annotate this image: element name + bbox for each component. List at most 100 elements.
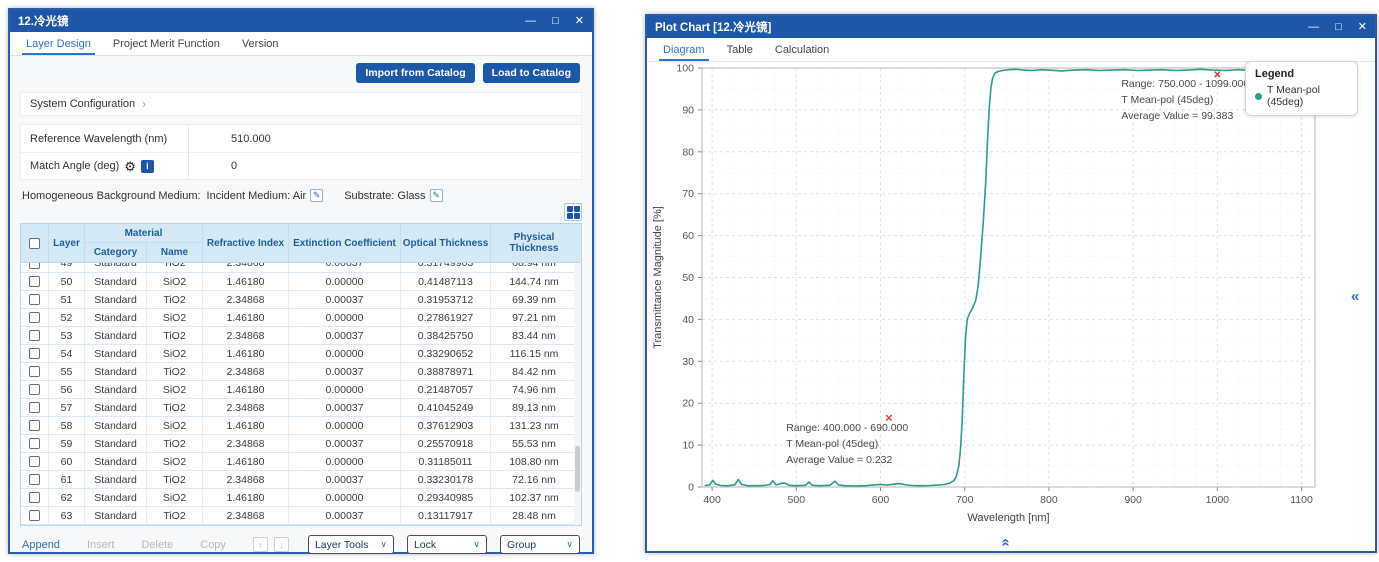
group-dropdown[interactable]: Group ∨ bbox=[500, 535, 580, 554]
layer-tools-dropdown[interactable]: Layer Tools ∨ bbox=[308, 535, 394, 554]
tab-version[interactable]: Version bbox=[234, 32, 287, 55]
legend-item[interactable]: T Mean-pol (45deg) bbox=[1255, 84, 1348, 108]
row-checkbox[interactable] bbox=[21, 453, 49, 471]
close-icon[interactable]: ✕ bbox=[1358, 22, 1367, 33]
table-row[interactable]: 49StandardTiO22.348680.000370.3174996368… bbox=[21, 263, 581, 273]
table-row[interactable]: 54StandardSiO21.461800.000000.3329065211… bbox=[21, 345, 581, 363]
copy-button[interactable]: Copy bbox=[200, 539, 226, 551]
transmittance-chart[interactable]: 4005006007008009001000110001020304050607… bbox=[647, 62, 1375, 532]
cell-layer: 61 bbox=[49, 471, 85, 489]
svg-text:80: 80 bbox=[682, 146, 694, 158]
row-checkbox[interactable] bbox=[21, 363, 49, 381]
row-checkbox[interactable] bbox=[21, 273, 49, 291]
cell-extinction-coefficient: 0.00037 bbox=[289, 291, 401, 309]
row-checkbox[interactable] bbox=[21, 381, 49, 399]
cell-optical-thickness: 0.31749963 bbox=[401, 263, 491, 272]
match-angle-value[interactable]: 0 bbox=[189, 160, 237, 172]
table-row[interactable]: 50StandardSiO21.461800.000000.4148711314… bbox=[21, 273, 581, 291]
cell-optical-thickness: 0.33290652 bbox=[401, 345, 491, 363]
table-row[interactable]: 56StandardSiO21.461800.000000.2148705774… bbox=[21, 381, 581, 399]
legend-series-label: T Mean-pol (45deg) bbox=[1267, 84, 1348, 108]
table-settings-grid-icon[interactable] bbox=[564, 203, 582, 221]
table-scrollbar[interactable] bbox=[574, 263, 581, 525]
row-checkbox[interactable] bbox=[21, 435, 49, 453]
cell-refractive-index: 1.46180 bbox=[203, 453, 289, 471]
svg-text:Transmittance Magnitude [%]: Transmittance Magnitude [%] bbox=[652, 206, 664, 349]
svg-text:30: 30 bbox=[682, 356, 694, 368]
cell-optical-thickness: 0.38425750 bbox=[401, 327, 491, 345]
collapse-left-icon[interactable]: « bbox=[1351, 288, 1359, 305]
table-row[interactable]: 51StandardTiO22.348680.000370.3195371269… bbox=[21, 291, 581, 309]
cell-name: TiO2 bbox=[147, 471, 203, 489]
tab-layer-design[interactable]: Layer Design bbox=[18, 32, 99, 55]
move-up-icon[interactable]: ↑ bbox=[253, 537, 268, 552]
window-title: 12.冷光镜 bbox=[18, 13, 69, 29]
reference-wavelength-value[interactable]: 510.000 bbox=[189, 133, 271, 145]
tab-calculation[interactable]: Calculation bbox=[767, 38, 837, 61]
maximize-icon[interactable]: □ bbox=[1335, 22, 1342, 33]
cell-refractive-index: 2.34868 bbox=[203, 507, 289, 525]
window-titlebar[interactable]: Plot Chart [12.冷光镜] — □ ✕ bbox=[647, 16, 1375, 38]
tab-table[interactable]: Table bbox=[719, 38, 761, 61]
annotation-text: Average Value = 99.383 bbox=[1121, 110, 1233, 122]
cell-refractive-index: 2.34868 bbox=[203, 471, 289, 489]
cell-layer: 57 bbox=[49, 399, 85, 417]
cell-physical-thickness: 131.23 nm bbox=[491, 417, 577, 435]
cell-category: Standard bbox=[85, 489, 147, 507]
move-down-icon[interactable]: ↓ bbox=[274, 537, 289, 552]
row-checkbox[interactable] bbox=[21, 327, 49, 345]
minimize-icon[interactable]: — bbox=[1308, 22, 1319, 33]
row-checkbox[interactable] bbox=[21, 291, 49, 309]
layer-table-header: Layer Material Category Name Refractive … bbox=[21, 224, 581, 263]
cell-name: SiO2 bbox=[147, 345, 203, 363]
maximize-icon[interactable]: □ bbox=[552, 16, 559, 27]
row-checkbox[interactable] bbox=[21, 309, 49, 327]
minimize-icon[interactable]: — bbox=[525, 16, 536, 27]
cell-refractive-index: 1.46180 bbox=[203, 345, 289, 363]
table-row[interactable]: 58StandardSiO21.461800.000000.3761290313… bbox=[21, 417, 581, 435]
close-icon[interactable]: ✕ bbox=[575, 16, 584, 27]
row-checkbox[interactable] bbox=[21, 489, 49, 507]
tab-project-merit-function[interactable]: Project Merit Function bbox=[105, 32, 228, 55]
system-configuration-header[interactable]: System Configuration › bbox=[20, 92, 582, 116]
import-from-catalog-button[interactable]: Import from Catalog bbox=[356, 63, 474, 83]
table-row[interactable]: 52StandardSiO21.461800.000000.2786192797… bbox=[21, 309, 581, 327]
append-button[interactable]: Append bbox=[22, 539, 60, 551]
tab-diagram[interactable]: Diagram bbox=[655, 38, 713, 61]
svg-text:800: 800 bbox=[1040, 494, 1058, 506]
table-row[interactable]: 53StandardTiO22.348680.000370.3842575083… bbox=[21, 327, 581, 345]
window-titlebar[interactable]: 12.冷光镜 — □ ✕ bbox=[10, 10, 592, 32]
edit-incident-medium-icon[interactable]: ✎ bbox=[310, 189, 323, 202]
gear-icon[interactable]: ⚙ bbox=[124, 160, 136, 173]
table-row[interactable]: 62StandardSiO21.461800.000000.2934098510… bbox=[21, 489, 581, 507]
cell-optical-thickness: 0.31185011 bbox=[401, 453, 491, 471]
row-checkbox[interactable] bbox=[21, 263, 49, 272]
table-row[interactable]: 60StandardSiO21.461800.000000.3118501110… bbox=[21, 453, 581, 471]
svg-text:600: 600 bbox=[872, 494, 890, 506]
row-checkbox[interactable] bbox=[21, 417, 49, 435]
table-row[interactable]: 57StandardTiO22.348680.000370.4104524989… bbox=[21, 399, 581, 417]
cell-optical-thickness: 0.38878971 bbox=[401, 363, 491, 381]
insert-button[interactable]: Insert bbox=[87, 539, 115, 551]
svg-text:50: 50 bbox=[682, 272, 694, 284]
edit-substrate-icon[interactable]: ✎ bbox=[430, 189, 443, 202]
cell-extinction-coefficient: 0.00000 bbox=[289, 345, 401, 363]
row-checkbox[interactable] bbox=[21, 507, 49, 525]
delete-button[interactable]: Delete bbox=[141, 539, 173, 551]
table-row[interactable]: 59StandardTiO22.348680.000370.2557091855… bbox=[21, 435, 581, 453]
table-row[interactable]: 55StandardTiO22.348680.000370.3887897184… bbox=[21, 363, 581, 381]
info-icon[interactable]: i bbox=[141, 160, 154, 173]
header-physical-thickness: Physical Thickness bbox=[491, 224, 577, 262]
row-checkbox[interactable] bbox=[21, 471, 49, 489]
cell-extinction-coefficient: 0.00037 bbox=[289, 399, 401, 417]
load-to-catalog-button[interactable]: Load to Catalog bbox=[483, 63, 580, 83]
collapse-up-icon[interactable]: « bbox=[998, 538, 1015, 546]
row-checkbox[interactable] bbox=[21, 399, 49, 417]
table-row[interactable]: 63StandardTiO22.348680.000370.1311791728… bbox=[21, 507, 581, 525]
select-all-checkbox[interactable] bbox=[21, 224, 49, 262]
row-checkbox[interactable] bbox=[21, 345, 49, 363]
table-row[interactable]: 61StandardTiO22.348680.000370.3323017872… bbox=[21, 471, 581, 489]
lock-dropdown[interactable]: Lock ∨ bbox=[407, 535, 487, 554]
cell-physical-thickness: 74.96 nm bbox=[491, 381, 577, 399]
table-scrollbar-thumb[interactable] bbox=[575, 446, 580, 492]
